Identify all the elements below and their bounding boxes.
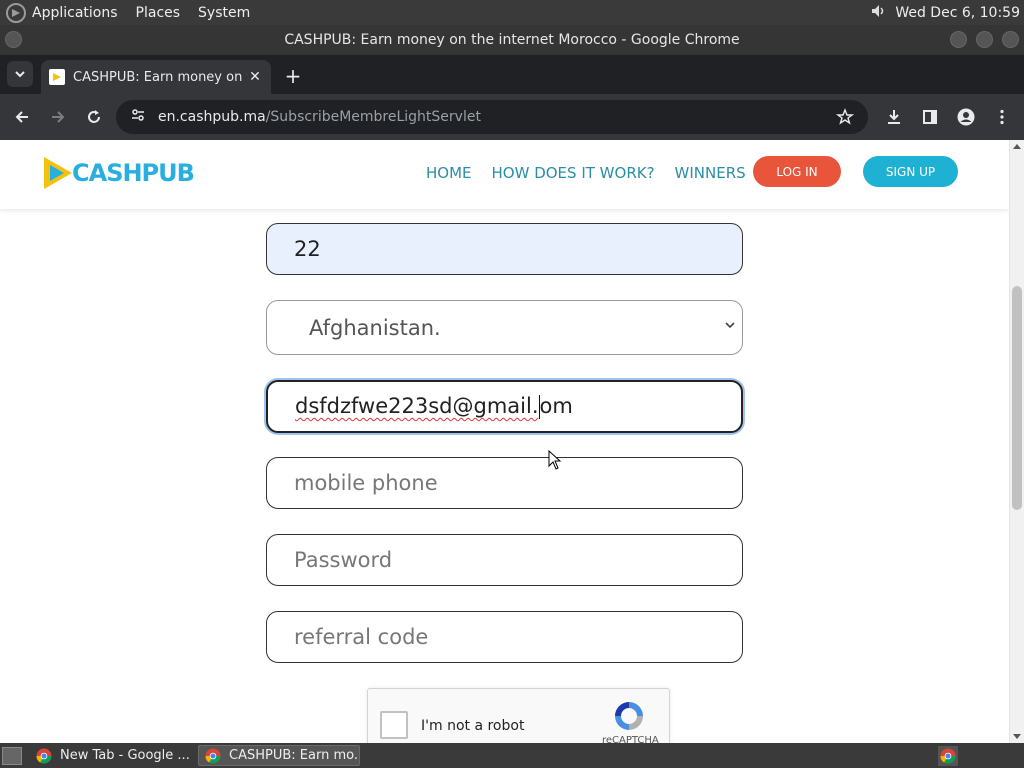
mobile-phone-input[interactable]: mobile phone xyxy=(266,457,743,509)
password-placeholder: Password xyxy=(294,548,393,572)
back-button[interactable] xyxy=(4,99,40,135)
taskbar-item-label: CASHPUB: Earn mo... xyxy=(229,748,360,763)
recaptcha-checkbox[interactable] xyxy=(380,711,408,739)
email-value-after-caret: om xyxy=(539,394,573,418)
site-info-icon[interactable] xyxy=(130,107,146,127)
kebab-menu-icon xyxy=(1000,109,1004,125)
chrome-menu-button[interactable] xyxy=(984,99,1020,135)
side-panel-icon xyxy=(923,110,937,124)
email-input[interactable]: dsfdzfwe223sd@gmail.om xyxy=(266,380,743,433)
taskbar-item-label: New Tab - Google ... xyxy=(60,748,190,763)
chevron-down-icon xyxy=(15,71,25,78)
chrome-icon xyxy=(36,748,52,764)
window-title: CASHPUB: Earn money on the internet Moro… xyxy=(284,32,740,48)
profile-avatar-icon xyxy=(957,108,975,126)
maximize-button[interactable] xyxy=(976,31,993,48)
browser-toolbar: en.cashpub.ma/SubscribeMembreLightServle… xyxy=(0,94,1024,140)
page-viewport: 22 Afghanistan. dsfdzfwe223sd@gmail.om m… xyxy=(0,140,1024,743)
brand-name: CASHPUB xyxy=(72,159,195,187)
taskbar-item-new-tab[interactable]: New Tab - Google ... xyxy=(30,745,192,766)
referral-code-placeholder: referral code xyxy=(294,625,429,649)
bookmark-star-icon[interactable] xyxy=(835,108,855,130)
minimize-button[interactable] xyxy=(950,31,967,48)
system-menu[interactable]: System xyxy=(198,5,250,21)
show-desktop-button[interactable] xyxy=(2,746,22,765)
profile-button[interactable] xyxy=(948,99,984,135)
scroll-down-arrow-icon[interactable] xyxy=(1013,734,1021,739)
cashpub-logo-icon xyxy=(44,157,72,189)
password-input[interactable]: Password xyxy=(266,534,743,586)
referral-code-input[interactable]: referral code xyxy=(266,611,743,663)
address-bar[interactable]: en.cashpub.ma/SubscribeMembreLightServle… xyxy=(116,100,868,134)
site-nav: HOME HOW DOES IT WORK? WINNERS xyxy=(426,164,746,182)
tab-title: CASHPUB: Earn money on the internet Moro… xyxy=(73,69,247,85)
forward-arrow-icon xyxy=(52,111,65,123)
country-select[interactable]: Afghanistan. xyxy=(266,300,743,355)
taskbar-item-cashpub[interactable]: CASHPUB: Earn mo... xyxy=(198,745,360,766)
recaptcha-logo-icon xyxy=(615,702,643,730)
nav-how-does-it-work[interactable]: HOW DOES IT WORK? xyxy=(492,164,655,182)
download-icon xyxy=(888,110,900,124)
window-titlebar: CASHPUB: Earn money on the internet Moro… xyxy=(0,25,1024,55)
country-selected-value: Afghanistan. xyxy=(309,315,441,340)
window-menu-button[interactable] xyxy=(5,31,22,48)
downloads-button[interactable] xyxy=(876,99,912,135)
os-top-panel: Applications Places System Wed Dec 6, 10… xyxy=(0,0,1024,25)
clock[interactable]: Wed Dec 6, 10:59 xyxy=(895,5,1020,21)
reload-icon xyxy=(88,110,100,123)
new-tab-button[interactable]: + xyxy=(279,62,307,90)
side-panel-button[interactable] xyxy=(912,99,948,135)
os-taskbar: New Tab - Google ... CASHPUB: Earn mo... xyxy=(0,743,1024,768)
tab-cashpub[interactable]: CASHPUB: Earn money on the internet Moro… xyxy=(41,60,271,94)
cashpub-favicon-icon xyxy=(49,69,65,85)
email-value-before-caret: dsfdzfwe223sd@gmail. xyxy=(295,394,539,418)
tab-search-button[interactable] xyxy=(7,61,33,87)
nav-winners[interactable]: WINNERS xyxy=(675,164,746,182)
gnome-foot-icon[interactable] xyxy=(6,2,26,23)
close-tab-icon[interactable]: ✕ xyxy=(247,69,263,85)
scrollbar-thumb[interactable] xyxy=(1012,286,1022,510)
signup-button[interactable]: SIGN UP xyxy=(863,156,958,187)
nav-home[interactable]: HOME xyxy=(426,164,472,182)
volume-icon[interactable] xyxy=(869,2,887,24)
age-input[interactable]: 22 xyxy=(266,223,743,275)
login-button[interactable]: LOG IN xyxy=(753,156,841,187)
page-scrollbar[interactable] xyxy=(1009,140,1024,743)
close-window-button[interactable] xyxy=(1002,31,1019,48)
recaptcha-label: I'm not a robot xyxy=(421,718,525,734)
url-path: /SubscribeMembreLightServlet xyxy=(265,109,481,125)
url-host: en.cashpub.ma xyxy=(158,109,266,125)
reload-button[interactable] xyxy=(76,99,112,135)
back-arrow-icon xyxy=(15,111,28,123)
tray-chrome-icon[interactable] xyxy=(938,745,958,766)
chrome-icon xyxy=(205,748,221,764)
forward-button[interactable] xyxy=(40,99,76,135)
places-menu[interactable]: Places xyxy=(136,5,181,21)
recaptcha-brand: reCAPTCHA xyxy=(602,735,659,743)
mobile-phone-placeholder: mobile phone xyxy=(294,471,438,495)
applications-menu[interactable]: Applications xyxy=(32,5,118,21)
email-value: dsfdzfwe223sd@gmail.om xyxy=(295,394,573,419)
cashpub-logo[interactable]: CASHPUB xyxy=(42,155,195,191)
recaptcha-widget: I'm not a robot reCAPTCHA xyxy=(367,688,670,743)
site-header: CASHPUB HOME HOW DOES IT WORK? WINNERS L… xyxy=(0,140,1009,209)
chevron-down-icon xyxy=(725,322,735,329)
tab-strip: CASHPUB: Earn money on the internet Moro… xyxy=(0,55,1024,94)
chrome-icon xyxy=(940,748,956,764)
scroll-up-arrow-icon[interactable] xyxy=(1013,144,1021,149)
mouse-pointer-icon xyxy=(548,450,562,470)
age-value: 22 xyxy=(294,237,321,261)
